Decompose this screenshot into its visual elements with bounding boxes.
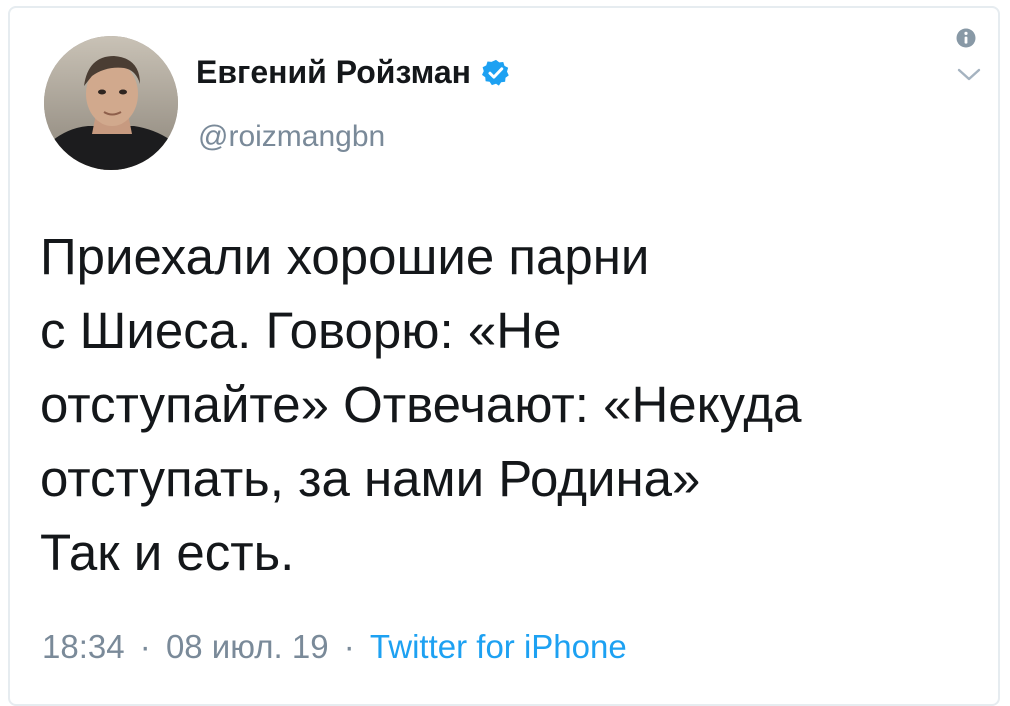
- tweet-text: Приехали хорошие парни с Шиеса. Говорю: …: [40, 228, 802, 581]
- avatar-image: [44, 36, 178, 170]
- tweet-card: Евгений Ройзман @roizmangbn Приехали хор…: [8, 6, 1000, 706]
- meta-separator: ·: [343, 628, 355, 665]
- tweet-source-link[interactable]: Twitter for iPhone: [370, 628, 627, 665]
- meta-separator: ·: [139, 628, 151, 665]
- author-handle[interactable]: @roizmangbn: [198, 120, 385, 154]
- chevron-down-icon[interactable]: [956, 66, 982, 84]
- tweet-date[interactable]: 08 июл. 19: [166, 628, 329, 665]
- info-icon[interactable]: [956, 28, 976, 48]
- author-name[interactable]: Евгений Ройзман: [196, 54, 511, 91]
- avatar[interactable]: [44, 36, 178, 170]
- tweet-meta: 18:34 · 08 июл. 19 · Twitter for iPhone: [42, 628, 627, 666]
- verified-badge-icon: [481, 59, 509, 86]
- tweet-time[interactable]: 18:34: [42, 628, 125, 665]
- author-name-text: Евгений Ройзман: [196, 54, 471, 90]
